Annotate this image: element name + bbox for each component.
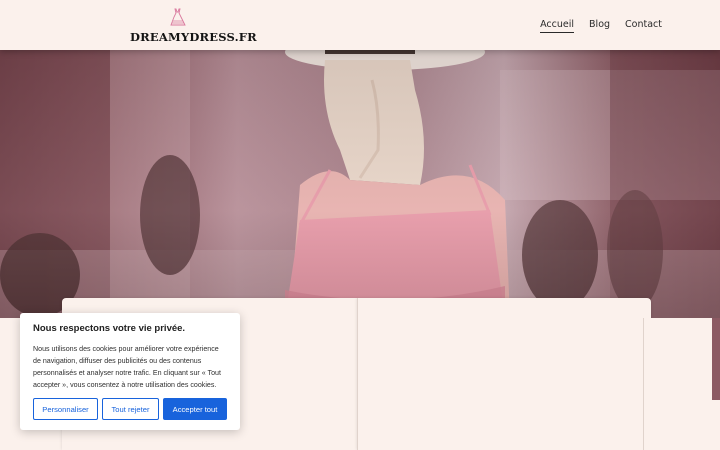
dress-icon [170,8,186,26]
hero-edge-strip [712,318,720,400]
cookie-description: Nous utilisons des cookies pour améliore… [33,345,221,389]
site-logo[interactable]: DREAMYDRESS.FR [128,8,257,44]
side-panel [643,318,712,450]
cookie-consent-banner: Nous respectons votre vie privée. Nous u… [20,313,240,430]
cookie-title: Nous respectons votre vie privée. [33,323,186,334]
reject-all-button[interactable]: Tout rejeter [102,398,159,420]
content-card-right [357,298,651,450]
accept-all-button[interactable]: Accepter tout [163,398,227,420]
hero-tint-overlay [0,50,720,318]
hero-image [0,50,720,318]
main-nav: Accueil Blog Contact [540,19,662,33]
cookie-actions: Personnaliser Tout rejeter Accepter tout [33,398,227,420]
nav-contact[interactable]: Contact [625,19,662,33]
site-name: DREAMYDRESS.FR [130,30,257,44]
site-header: DREAMYDRESS.FR Accueil Blog Contact [0,0,720,50]
nav-blog[interactable]: Blog [589,19,610,33]
customize-button[interactable]: Personnaliser [33,398,98,420]
nav-accueil[interactable]: Accueil [540,19,575,33]
